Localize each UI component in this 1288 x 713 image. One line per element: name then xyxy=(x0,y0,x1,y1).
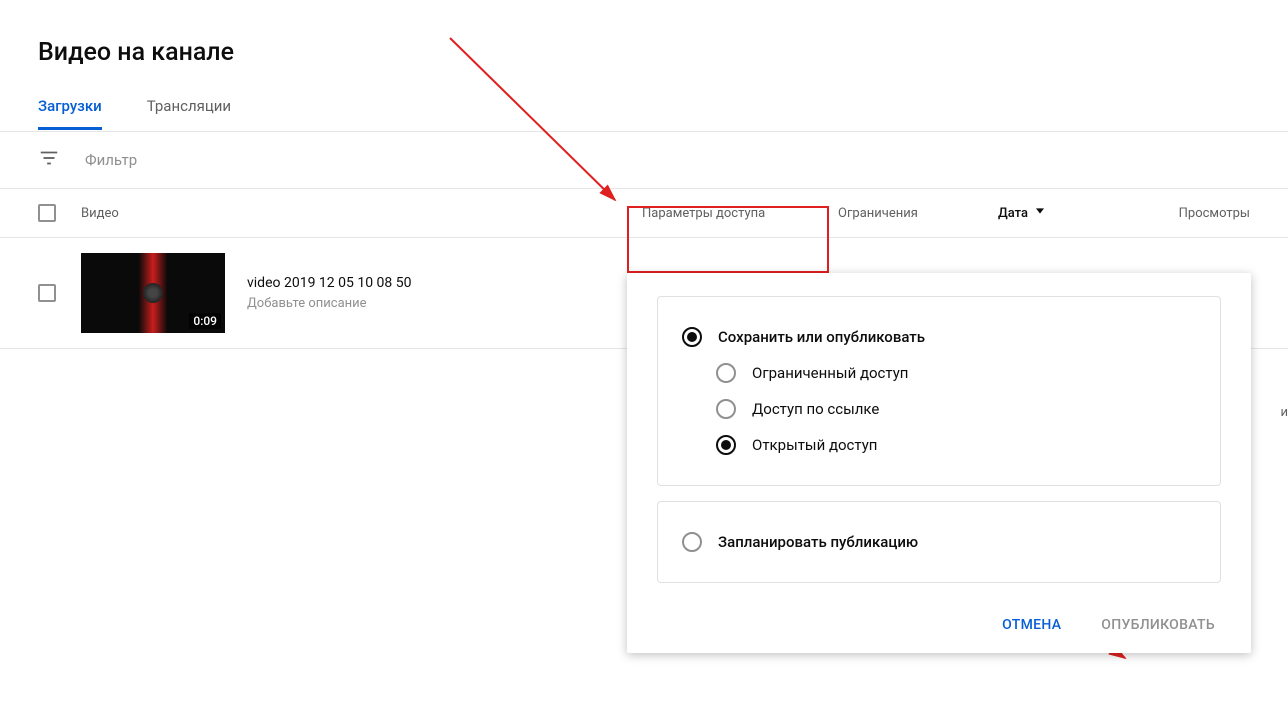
radio-icon xyxy=(682,532,702,552)
panel-actions: ОТМЕНА ОПУБЛИКОВАТЬ xyxy=(627,598,1251,653)
column-date[interactable]: Дата xyxy=(998,203,1048,223)
video-title[interactable]: video 2019 12 05 10 08 50 xyxy=(247,275,411,291)
duration-badge: 0:09 xyxy=(189,313,221,329)
tab-uploads[interactable]: Загрузки xyxy=(38,97,102,130)
column-restrictions[interactable]: Ограничения xyxy=(838,206,918,221)
select-all-checkbox[interactable] xyxy=(38,204,56,222)
video-description-placeholder[interactable]: Добавьте описание xyxy=(247,296,411,311)
radio-label-private: Ограниченный доступ xyxy=(752,364,908,382)
visibility-dropdown: Сохранить или опубликовать Ограниченный … xyxy=(627,273,1251,653)
truncated-label: и xyxy=(1280,405,1288,420)
radio-label-schedule: Запланировать публикацию xyxy=(718,533,918,551)
filter-icon[interactable] xyxy=(38,147,60,173)
video-thumbnail[interactable]: 0:09 xyxy=(81,253,225,333)
radio-icon xyxy=(716,435,736,455)
video-text-block: video 2019 12 05 10 08 50 Добавьте описа… xyxy=(247,275,411,311)
column-views[interactable]: Просмотры xyxy=(1179,206,1250,221)
column-access[interactable]: Параметры доступа xyxy=(642,206,765,221)
radio-label-save-publish: Сохранить или опубликовать xyxy=(718,328,925,346)
radio-icon xyxy=(716,399,736,419)
radio-label-unlisted: Доступ по ссылке xyxy=(752,400,879,418)
radio-icon xyxy=(716,363,736,383)
row-checkbox[interactable] xyxy=(38,284,56,302)
radio-save-or-publish[interactable]: Сохранить или опубликовать xyxy=(682,319,1196,355)
radio-public[interactable]: Открытый доступ xyxy=(682,427,1196,463)
tabs: Загрузки Трансляции xyxy=(0,67,1288,131)
thumbnail-graphic xyxy=(143,283,163,303)
tab-live[interactable]: Трансляции xyxy=(147,97,231,130)
radio-private[interactable]: Ограниченный доступ xyxy=(682,355,1196,391)
radio-label-public: Открытый доступ xyxy=(752,436,877,454)
table-header: Видео Параметры доступа Ограничения Дата… xyxy=(0,189,1288,238)
column-date-label: Дата xyxy=(998,206,1028,221)
radio-icon xyxy=(682,327,702,347)
radio-unlisted[interactable]: Доступ по ссылке xyxy=(682,391,1196,427)
radio-schedule[interactable]: Запланировать публикацию xyxy=(682,524,1196,560)
column-video[interactable]: Видео xyxy=(81,206,119,221)
publish-button[interactable]: ОПУБЛИКОВАТЬ xyxy=(1091,611,1225,639)
page-title: Видео на канале xyxy=(0,0,1288,67)
visibility-section-publish: Сохранить или опубликовать Ограниченный … xyxy=(657,296,1221,486)
visibility-section-schedule: Запланировать публикацию xyxy=(657,501,1221,583)
arrow-down-icon xyxy=(1032,203,1048,223)
filter-input[interactable] xyxy=(85,151,284,169)
filter-bar xyxy=(0,131,1288,189)
cancel-button[interactable]: ОТМЕНА xyxy=(992,611,1071,639)
